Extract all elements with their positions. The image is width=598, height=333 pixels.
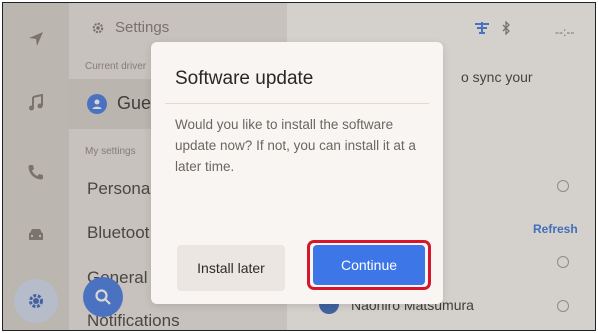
install-later-button[interactable]: Install later: [177, 245, 285, 291]
screen: Settings Current driver Gue My settings …: [2, 2, 596, 331]
continue-button[interactable]: Continue: [313, 245, 425, 285]
software-update-dialog: Software update Would you like to instal…: [151, 42, 443, 304]
dialog-message: Would you like to install the software u…: [175, 117, 416, 174]
dialog-divider: [165, 103, 429, 104]
dialog-title: Software update: [175, 68, 314, 89]
